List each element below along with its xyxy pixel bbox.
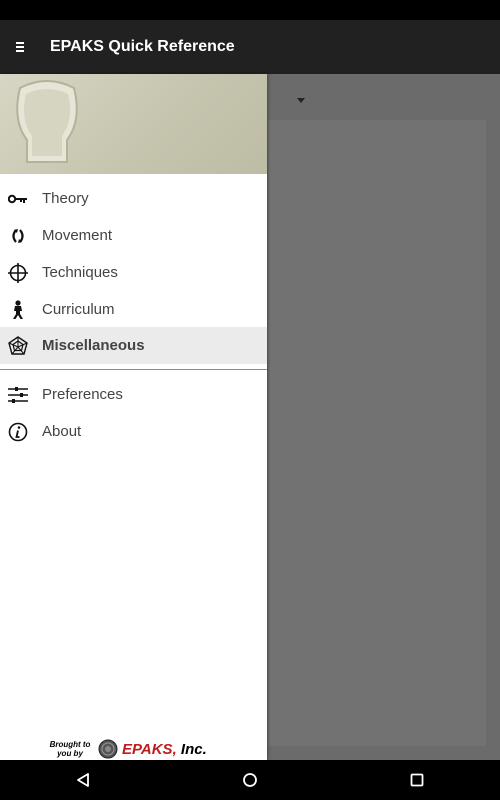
epaks-logo-icon [98,739,118,759]
drawer-divider [0,369,267,370]
drawer-item-label: Miscellaneous [42,337,145,354]
brand-suffix: Inc. [176,740,207,758]
crosshair-icon [8,262,28,283]
drawer-item-label: Curriculum [42,301,115,318]
hamburger-icon [16,42,24,52]
movement-arrows-icon [8,226,28,246]
menu-button[interactable] [0,20,40,74]
drawer-item-label: Movement [42,227,113,244]
drawer-item-label: About [42,423,82,440]
drawer-item-label: Preferences [42,386,123,403]
drawer-item-techniques[interactable]: Techniques [0,254,267,291]
drawer-item-miscellaneous[interactable]: Miscellaneous [0,327,267,364]
figure-icon [8,299,28,320]
drawer-item-movement[interactable]: Movement [0,217,267,254]
drawer-footer: Brought to you by EPAKS, Inc. [46,738,207,760]
app-bar: EPAKS Quick Reference [0,20,500,74]
emblem-logo [16,80,78,163]
home-button[interactable] [230,760,270,800]
drawer-item-label: Techniques [42,264,118,281]
sliders-icon [8,385,28,405]
brand-name-main: EPAKS, [122,740,177,758]
brand-name: EPAKS, Inc. [122,741,207,758]
home-icon [243,773,257,787]
dropdown-arrow-icon[interactable] [297,98,305,103]
web-icon [8,335,28,356]
content-card [268,120,486,746]
drawer-item-curriculum[interactable]: Curriculum [0,291,267,328]
app-title: EPAKS Quick Reference [50,38,235,55]
recents-icon [410,773,424,787]
status-bar [0,0,500,20]
drawer-item-preferences[interactable]: Preferences [0,376,267,413]
back-icon [77,773,90,787]
drawer-header [0,74,267,174]
brought-by-text: Brought to you by [49,740,91,758]
navigation-drawer: Theory Movement Techniques Curriculum Mi… [0,74,267,760]
info-icon [8,422,28,442]
system-navigation-bar [0,760,500,800]
drawer-item-about[interactable]: About [0,413,267,450]
key-icon [8,189,28,209]
recents-button[interactable] [397,760,437,800]
drawer-item-label: Theory [42,190,89,207]
back-button[interactable] [63,760,103,800]
drawer-item-theory[interactable]: Theory [0,180,267,217]
